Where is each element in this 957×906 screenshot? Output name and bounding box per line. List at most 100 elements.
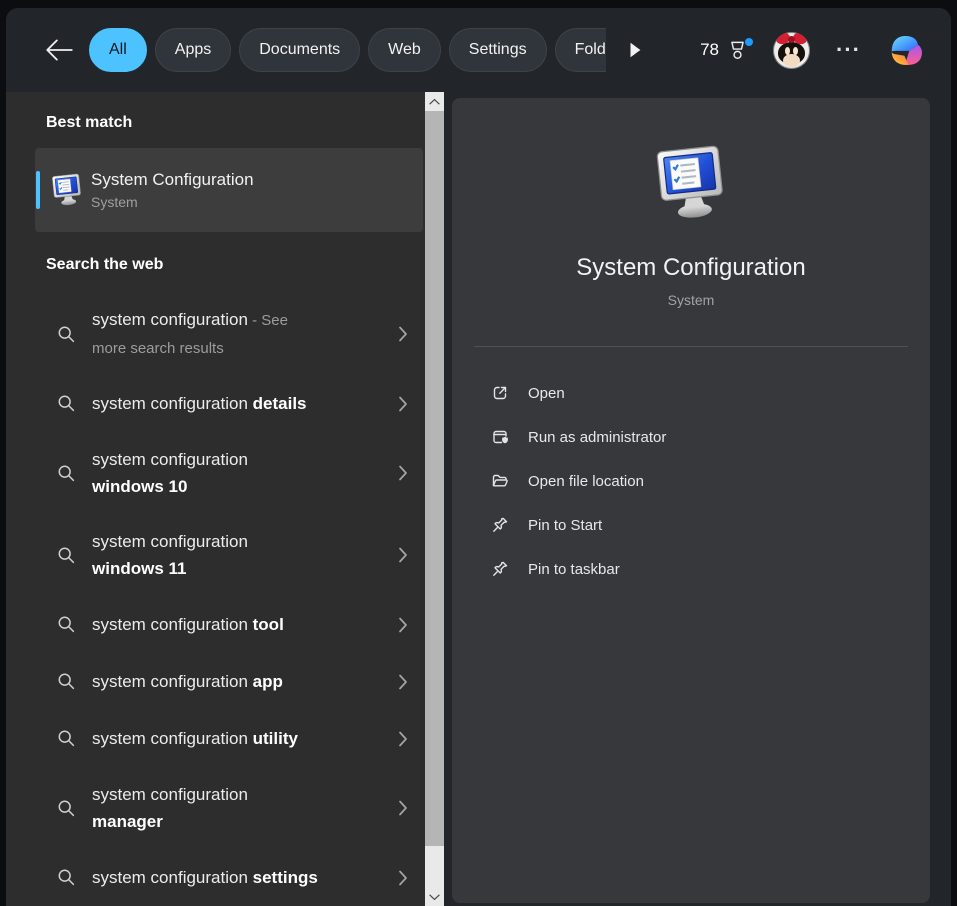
best-match-result[interactable]: System Configuration System	[35, 148, 423, 232]
suggestion-text: system configuration - Seemore search re…	[92, 306, 288, 362]
msconfig-app-icon-large	[652, 144, 730, 222]
suggestion-text: system configuration utility	[92, 725, 298, 752]
search-icon	[56, 393, 77, 414]
pin-icon	[490, 559, 510, 579]
search-icon	[56, 867, 77, 888]
search-icon	[56, 728, 77, 749]
admin-shield-icon	[490, 427, 510, 447]
chevron-down-icon	[428, 893, 441, 901]
web-suggestion[interactable]: system configuration - Seemore search re…	[6, 293, 425, 375]
chevron-right-icon	[394, 545, 412, 565]
action-open-file-location[interactable]: Open file location	[490, 459, 930, 503]
web-suggestion-list: system configuration - Seemore search re…	[6, 293, 425, 906]
msconfig-app-icon	[50, 173, 84, 207]
web-suggestion[interactable]: system configuration tool	[6, 596, 425, 653]
scrollbar-track[interactable]	[425, 846, 444, 887]
scrollbar-up-button[interactable]	[425, 92, 444, 111]
result-detail-panel: System Configuration System Open Run as a…	[452, 98, 930, 903]
scrollbar-down-button[interactable]	[425, 887, 444, 906]
web-suggestion[interactable]: system configurationwindows 11	[6, 514, 425, 596]
chevron-right-icon	[394, 394, 412, 414]
copilot-button[interactable]	[883, 29, 925, 71]
back-button[interactable]	[42, 33, 76, 67]
avatar-bow-knot	[788, 36, 795, 43]
rewards-button[interactable]: 78	[700, 39, 749, 62]
chevron-right-icon	[394, 615, 412, 635]
best-match-header: Best match	[46, 114, 425, 132]
rewards-count: 78	[700, 40, 719, 60]
filter-pill-folders[interactable]: Folders	[555, 28, 606, 72]
action-label: Pin to Start	[528, 517, 602, 534]
search-icon	[56, 798, 77, 819]
web-suggestion[interactable]: system configuration app	[6, 653, 425, 710]
user-avatar[interactable]	[773, 32, 810, 69]
search-icon	[56, 671, 77, 692]
filter-pill-web[interactable]: Web	[368, 28, 441, 72]
best-match-subtitle: System	[91, 194, 254, 210]
action-pin-to-taskbar[interactable]: Pin to taskbar	[490, 547, 930, 591]
header-right-cluster: 78 ···	[700, 29, 925, 71]
chevron-right-icon	[394, 868, 412, 888]
search-header: AllAppsDocumentsWebSettingsFolders 78	[6, 8, 951, 92]
chevron-right-icon	[394, 324, 412, 344]
selection-accent-bar	[36, 171, 40, 209]
filter-pill-settings[interactable]: Settings	[449, 28, 547, 72]
search-icon	[56, 545, 77, 566]
web-suggestion[interactable]: system configurationmanager	[6, 767, 425, 849]
back-arrow-icon	[43, 37, 75, 63]
web-suggestion[interactable]: system configurationwindows 10	[6, 432, 425, 514]
web-suggestion[interactable]: system configuration utility	[6, 710, 425, 767]
search-icon	[56, 324, 77, 345]
chevron-right-icon	[394, 798, 412, 818]
avatar-eye	[785, 47, 790, 55]
search-icon	[56, 463, 77, 484]
results-pane: Best match System Configuration System S…	[6, 92, 425, 906]
chevron-right-icon	[394, 463, 412, 483]
detail-subtitle: System	[668, 292, 715, 308]
results-scrollbar[interactable]	[425, 92, 444, 906]
action-label: Pin to taskbar	[528, 561, 620, 578]
scrollbar-thumb[interactable]	[425, 111, 444, 846]
suggestion-text: system configurationwindows 11	[92, 528, 248, 582]
caret-right-icon	[626, 39, 644, 61]
action-run-as-administrator[interactable]: Run as administrator	[490, 415, 930, 459]
detail-title: System Configuration	[576, 254, 805, 282]
rewards-medal-icon	[726, 39, 749, 62]
action-pin-to-start[interactable]: Pin to Start	[490, 503, 930, 547]
search-body: Best match System Configuration System S…	[6, 92, 951, 906]
filters-overflow-button[interactable]	[622, 35, 648, 65]
web-suggestion[interactable]: system configuration settings	[6, 849, 425, 906]
action-list: Open Run as administrator Open file locati…	[452, 371, 930, 591]
detail-divider	[474, 346, 908, 347]
suggestion-text: system configurationmanager	[92, 781, 248, 835]
avatar-muzzle	[783, 54, 800, 67]
chevron-up-icon	[428, 98, 441, 106]
search-window: AllAppsDocumentsWebSettingsFolders 78	[6, 8, 951, 906]
action-label: Open	[528, 385, 565, 402]
action-label: Run as administrator	[528, 429, 666, 446]
filter-pill-all[interactable]: All	[89, 28, 147, 72]
folder-icon	[490, 471, 510, 491]
avatar-eye	[793, 47, 798, 55]
best-match-title: System Configuration	[91, 170, 254, 190]
copilot-icon	[883, 29, 925, 71]
action-open[interactable]: Open	[490, 371, 930, 415]
filter-pill-apps[interactable]: Apps	[155, 28, 231, 72]
more-options-button[interactable]: ···	[834, 40, 863, 60]
search-icon	[56, 614, 77, 635]
filter-pill-documents[interactable]: Documents	[239, 28, 360, 72]
suggestion-text: system configuration details	[92, 390, 307, 417]
pin-icon	[490, 515, 510, 535]
suggestion-text: system configurationwindows 10	[92, 446, 248, 500]
filter-pills: AllAppsDocumentsWebSettingsFolders	[89, 28, 606, 72]
search-the-web-header: Search the web	[46, 256, 425, 274]
chevron-right-icon	[394, 729, 412, 749]
best-match-text: System Configuration System	[91, 170, 254, 210]
notification-dot	[745, 38, 753, 46]
web-suggestion[interactable]: system configuration details	[6, 375, 425, 432]
action-label: Open file location	[528, 473, 644, 490]
suggestion-text: system configuration settings	[92, 864, 318, 891]
chevron-right-icon	[394, 672, 412, 692]
open-external-icon	[490, 383, 510, 403]
suggestion-text: system configuration tool	[92, 611, 284, 638]
